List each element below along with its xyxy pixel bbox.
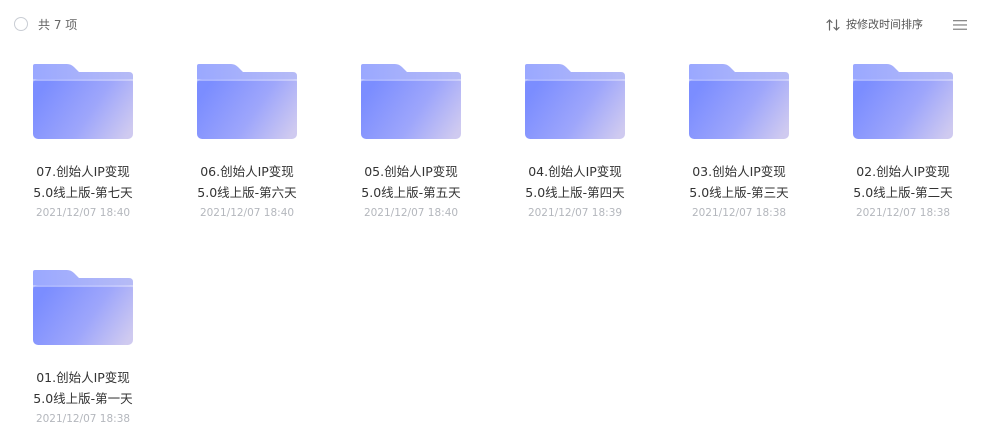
folder-item[interactable]: 05.创始人IP变现 5.0线上版-第五天 2021/12/07 18:40 <box>346 62 476 220</box>
folder-name-line1: 06.创始人IP变现 <box>200 164 294 179</box>
folder-name-line1: 01.创始人IP变现 <box>36 370 130 385</box>
folder-icon <box>838 62 968 146</box>
folder-icon <box>510 62 640 146</box>
modified-date: 2021/12/07 18:38 <box>855 207 951 219</box>
modified-date: 2021/12/07 18:40 <box>363 207 459 219</box>
folder-icon <box>182 62 312 146</box>
folder-item[interactable]: 02.创始人IP变现 5.0线上版-第二天 2021/12/07 18:38 <box>838 62 968 220</box>
folder-name-line2: 5.0线上版-第五天 <box>361 185 461 200</box>
item-count: 共 7 项 <box>38 18 78 32</box>
folder-name-line1: 07.创始人IP变现 <box>36 164 130 179</box>
folder-item[interactable]: 01.创始人IP变现 5.0线上版-第一天 2021/12/07 18:38 <box>18 268 148 426</box>
modified-date: 2021/12/07 18:38 <box>35 413 131 425</box>
folder-name-line2: 5.0线上版-第六天 <box>197 185 297 200</box>
list-view-icon <box>952 18 968 32</box>
sort-label: 按修改时间排序 <box>846 18 923 31</box>
folder-name-line2: 5.0线上版-第三天 <box>689 185 789 200</box>
folder-name-line1: 04.创始人IP变现 <box>528 164 622 179</box>
toolbar: 共 7 项 按修改时间排序 <box>0 0 986 50</box>
folder-icon <box>18 62 148 146</box>
folder-name-line2: 5.0线上版-第一天 <box>33 391 133 406</box>
folder-name-line2: 5.0线上版-第四天 <box>525 185 625 200</box>
folder-item[interactable]: 07.创始人IP变现 5.0线上版-第七天 2021/12/07 18:40 <box>18 62 148 220</box>
list-view-button[interactable] <box>952 18 968 32</box>
sort-button[interactable]: 按修改时间排序 <box>826 16 923 34</box>
folder-name-line1: 02.创始人IP变现 <box>856 164 950 179</box>
folder-name-line2: 5.0线上版-第二天 <box>853 185 953 200</box>
folder-name-line1: 03.创始人IP变现 <box>692 164 786 179</box>
modified-date: 2021/12/07 18:38 <box>691 207 787 219</box>
folder-icon <box>18 268 148 352</box>
folder-item[interactable]: 04.创始人IP变现 5.0线上版-第四天 2021/12/07 18:39 <box>510 62 640 220</box>
select-all-checkbox[interactable] <box>14 17 28 31</box>
modified-date: 2021/12/07 18:39 <box>527 207 623 219</box>
modified-date: 2021/12/07 18:40 <box>199 207 295 219</box>
folder-icon <box>346 62 476 146</box>
folder-name-line2: 5.0线上版-第七天 <box>33 185 133 200</box>
folder-name-line1: 05.创始人IP变现 <box>364 164 458 179</box>
sort-arrows-icon <box>826 19 840 31</box>
folder-item[interactable]: 03.创始人IP变现 5.0线上版-第三天 2021/12/07 18:38 <box>674 62 804 220</box>
folder-icon <box>674 62 804 146</box>
folder-item[interactable]: 06.创始人IP变现 5.0线上版-第六天 2021/12/07 18:40 <box>182 62 312 220</box>
modified-date: 2021/12/07 18:40 <box>35 207 131 219</box>
